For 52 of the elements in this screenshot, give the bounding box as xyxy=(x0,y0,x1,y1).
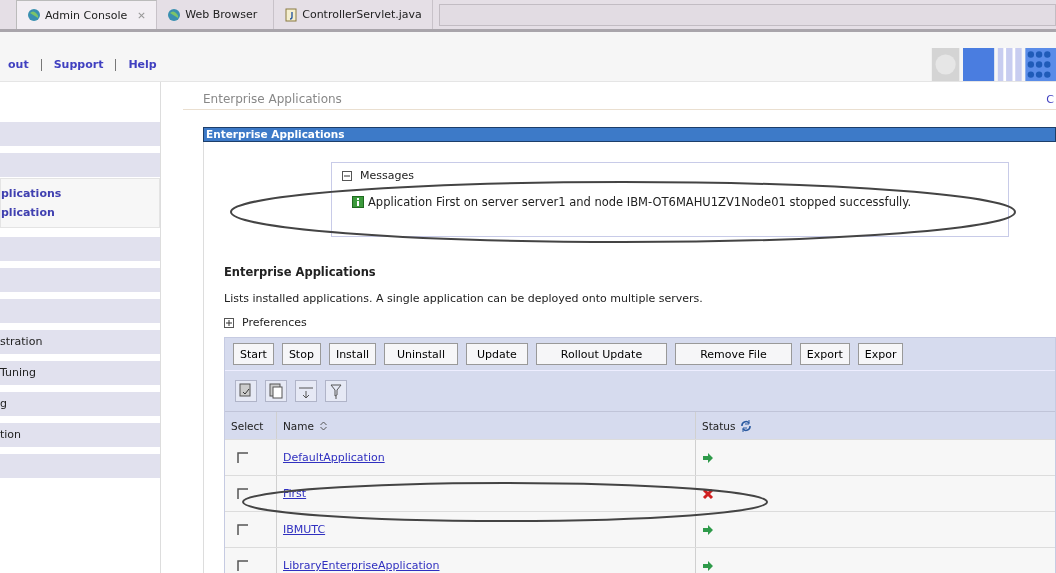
editor-tab[interactable]: Admin Console xyxy=(17,0,158,29)
application-link[interactable]: First xyxy=(283,487,307,500)
globe-icon xyxy=(167,7,182,22)
expand-icon[interactable] xyxy=(224,317,234,328)
nav-link[interactable]: Help xyxy=(128,58,157,71)
action-button[interactable]: Update xyxy=(465,343,528,365)
breadcrumb: Enterprise Applications xyxy=(203,92,342,106)
refresh-icon[interactable] xyxy=(740,419,753,432)
row-checkbox[interactable] xyxy=(237,487,249,500)
column-header[interactable]: Name xyxy=(283,419,314,432)
collapse-icon[interactable] xyxy=(342,170,352,181)
message-text: Application First on server server1 and node IBM-OT6MAHU1ZV1Node01 stopped successfully. xyxy=(368,195,912,210)
section-heading: Enterprise Applications xyxy=(224,265,377,279)
action-button[interactable]: Uninstall xyxy=(384,343,458,365)
close-icon[interactable] xyxy=(137,10,147,20)
column-header: Status xyxy=(702,419,736,432)
funnel-icon[interactable] xyxy=(325,380,347,402)
sidebar-item[interactable]: Tuning xyxy=(0,361,160,385)
messages-title: Messages xyxy=(360,169,414,182)
action-button[interactable]: Remove File xyxy=(675,343,792,365)
sidebar-item[interactable]: tion xyxy=(0,423,160,447)
row-checkbox[interactable] xyxy=(237,559,249,572)
preferences-label: Preferences xyxy=(242,316,307,329)
info-icon xyxy=(352,196,364,208)
filter-icon[interactable] xyxy=(295,380,317,402)
description: Lists installed applications. A single application can be deployed onto multiple servers. xyxy=(224,292,704,305)
deselect-all-icon[interactable] xyxy=(265,380,287,402)
action-button[interactable]: Rollout Update xyxy=(535,343,668,365)
sidebar-item[interactable]: stration xyxy=(0,330,160,354)
panel-title: Enterprise Applications xyxy=(203,127,1056,142)
select-all-icon[interactable] xyxy=(235,380,257,402)
globe-icon xyxy=(27,8,41,22)
application-link[interactable]: DefaultApplication xyxy=(283,451,385,464)
editor-tab[interactable]: ControllerServlet.java xyxy=(274,0,433,29)
sidebar-item[interactable]: g xyxy=(0,392,160,416)
file-icon xyxy=(284,7,299,22)
action-button[interactable]: Start xyxy=(233,343,274,365)
action-button[interactable]: Stop xyxy=(281,343,321,365)
nav-link[interactable]: out xyxy=(8,58,29,71)
row-checkbox[interactable] xyxy=(237,523,249,536)
editor-tab[interactable]: Web Browser xyxy=(157,0,275,29)
sidebar-link[interactable]: plications xyxy=(1,187,159,200)
application-link[interactable]: IBMUTC xyxy=(283,523,326,536)
row-checkbox[interactable] xyxy=(237,451,249,464)
sort-icon[interactable] xyxy=(319,419,328,432)
sidebar-link[interactable]: plication xyxy=(1,206,159,219)
action-button[interactable]: Install xyxy=(328,343,376,365)
corner-link[interactable]: C xyxy=(1046,93,1054,106)
action-button[interactable]: Export xyxy=(799,343,850,365)
nav-link[interactable]: Support xyxy=(53,58,104,71)
action-button[interactable]: Expor xyxy=(857,343,904,365)
application-link[interactable]: LibraryEnterpriseApplication xyxy=(283,559,440,572)
